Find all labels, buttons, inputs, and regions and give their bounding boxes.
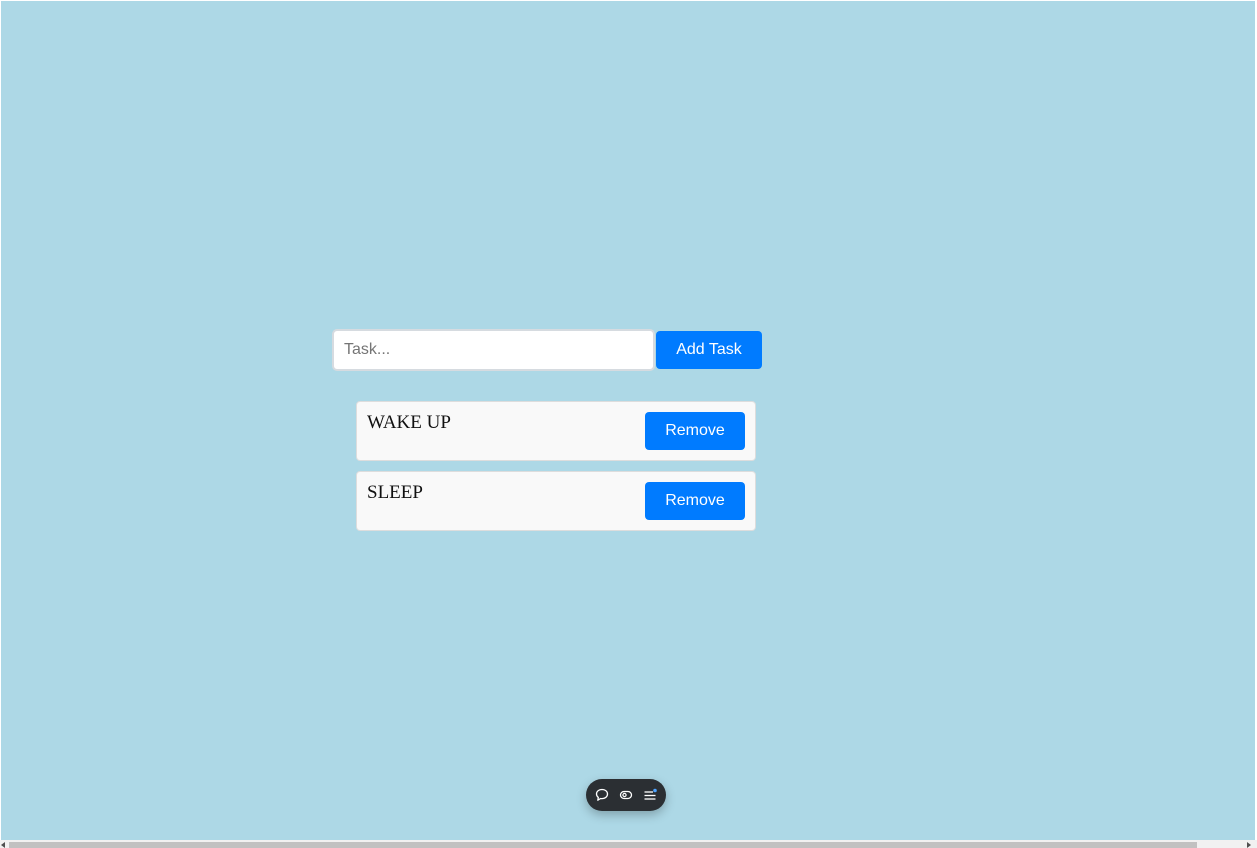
- add-task-button[interactable]: Add Task: [656, 331, 762, 369]
- task-list: WAKE UP Remove SLEEP Remove: [356, 401, 756, 541]
- task-text: SLEEP: [367, 482, 423, 503]
- chat-bubble-icon[interactable]: [594, 787, 610, 803]
- list-item: SLEEP Remove: [356, 471, 756, 531]
- add-task-form: Add Task: [332, 329, 762, 371]
- menu-icon[interactable]: [642, 787, 658, 803]
- remove-button[interactable]: Remove: [645, 412, 745, 450]
- list-item: WAKE UP Remove: [356, 401, 756, 461]
- page-background: Add Task WAKE UP Remove SLEEP Remove: [1, 1, 1255, 840]
- scrollbar-thumb[interactable]: [9, 842, 1197, 848]
- floating-toolbar: [586, 779, 666, 811]
- remove-button[interactable]: Remove: [645, 482, 745, 520]
- scroll-right-arrow-icon[interactable]: [1247, 842, 1251, 848]
- horizontal-scrollbar[interactable]: [0, 840, 1257, 848]
- eye-toggle-icon[interactable]: [618, 787, 634, 803]
- task-input[interactable]: [332, 329, 655, 371]
- scroll-left-arrow-icon[interactable]: [1, 842, 5, 848]
- task-text: WAKE UP: [367, 412, 451, 433]
